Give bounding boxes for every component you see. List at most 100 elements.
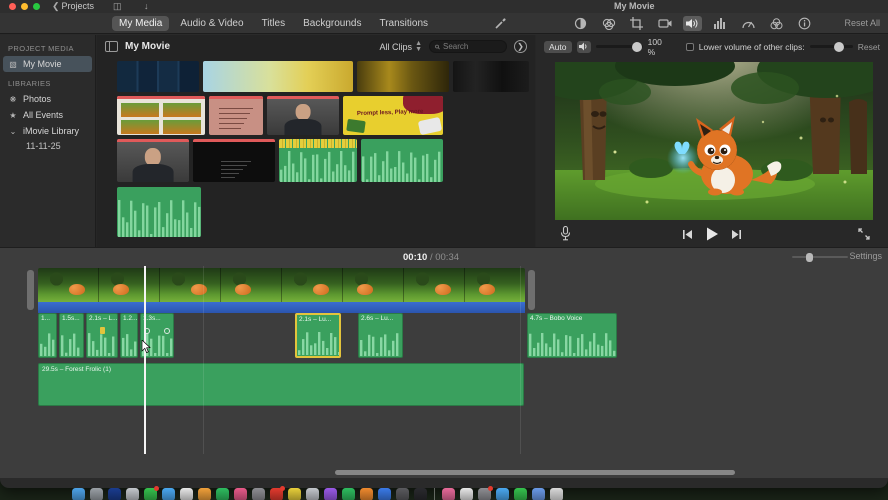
enhance-wand-icon[interactable]	[494, 17, 507, 30]
audio-clip-selected[interactable]: 2.1s – Lu...	[295, 313, 341, 358]
ducking-slider-knob[interactable]	[833, 41, 844, 52]
dock-app-icon[interactable]	[288, 488, 301, 500]
previous-frame-button[interactable]	[682, 229, 693, 240]
tab-titles[interactable]: Titles	[255, 16, 293, 31]
dock-app-icon[interactable]	[252, 488, 265, 500]
dock-app-icon[interactable]	[442, 488, 455, 500]
dock-app-icon[interactable]	[378, 488, 391, 500]
play-button[interactable]	[705, 227, 719, 241]
dock-app-icon[interactable]	[306, 488, 319, 500]
noise-reduction-icon[interactable]	[711, 16, 730, 31]
dock-app-icon[interactable]	[360, 488, 373, 500]
minimize-button[interactable]	[21, 3, 28, 10]
tab-audio-video[interactable]: Audio & Video	[173, 16, 250, 31]
dock-app-icon[interactable]	[144, 486, 159, 500]
auto-volume-button[interactable]: Auto	[544, 40, 572, 53]
sidebar-item-all-events[interactable]: ★ All Events	[0, 107, 95, 123]
timeline-zoom-slider[interactable]	[792, 253, 848, 262]
speed-icon[interactable]	[739, 16, 758, 31]
dock-app-icon[interactable]	[396, 488, 409, 500]
tab-transitions[interactable]: Transitions	[372, 16, 435, 31]
media-thumbnail-cam[interactable]	[117, 139, 189, 182]
zoom-button[interactable]	[33, 3, 40, 10]
audio-clip[interactable]: 1.5s...	[59, 313, 84, 358]
dock-app-icon[interactable]	[532, 488, 545, 500]
color-correction-icon[interactable]	[571, 16, 590, 31]
dock-app-icon[interactable]	[324, 488, 337, 500]
voiceover-mic-icon[interactable]	[560, 226, 571, 241]
video-clip-filmstrip[interactable]	[38, 268, 525, 302]
volume-slider[interactable]	[595, 41, 643, 52]
trim-handle-left[interactable]	[27, 270, 34, 310]
timeline-settings-button[interactable]: Settings	[849, 251, 882, 261]
dock-app-icon[interactable]	[180, 488, 193, 500]
dock-app-icon[interactable]	[72, 488, 85, 500]
volume-icon[interactable]	[683, 16, 702, 31]
tab-my-media[interactable]: My Media	[112, 16, 170, 31]
media-thumbnail-notes[interactable]	[209, 96, 263, 135]
dock-app-icon[interactable]	[108, 488, 121, 500]
reset-all-button[interactable]: Reset All	[844, 18, 880, 28]
tab-backgrounds[interactable]: Backgrounds	[296, 16, 368, 31]
search-field[interactable]	[429, 40, 507, 53]
sidebar-item-date[interactable]: 11-11-25	[0, 139, 95, 153]
dock-app-icon[interactable]	[414, 488, 427, 500]
clip-filter-dropdown[interactable]: All Clips ▲ ▼	[380, 40, 422, 53]
media-thumbnail-grad[interactable]	[203, 61, 353, 92]
dock-app-icon[interactable]	[90, 488, 103, 500]
playhead[interactable]	[144, 266, 146, 454]
stabilization-icon[interactable]	[655, 16, 674, 31]
info-icon[interactable]	[795, 16, 814, 31]
crop-icon[interactable]	[627, 16, 646, 31]
next-frame-button[interactable]	[731, 229, 742, 240]
dock-app-icon[interactable]	[460, 488, 473, 500]
mute-button[interactable]	[576, 40, 591, 53]
clip-filter-icon[interactable]	[767, 16, 786, 31]
timeline-zoom-knob[interactable]	[806, 253, 813, 262]
media-thumbnail-gold[interactable]	[357, 61, 449, 92]
dock-app-icon[interactable]	[216, 488, 229, 500]
projects-back-button[interactable]: ❮ Projects	[52, 1, 94, 12]
media-organizer-icon[interactable]: ◫	[113, 1, 122, 12]
sidebar-item-photos[interactable]: ❋ Photos	[0, 91, 95, 107]
dock-app-icon[interactable]	[234, 488, 247, 500]
dock-app-icon[interactable]	[496, 488, 509, 500]
background-music-clip[interactable]: 29.5s – Forest Frolic (1)	[38, 363, 524, 406]
ducking-slider[interactable]	[809, 41, 853, 52]
media-thumbnail-audio[interactable]	[361, 139, 443, 182]
volume-slider-knob[interactable]	[631, 41, 642, 52]
dock-app-icon[interactable]	[342, 488, 355, 500]
media-thumbnail-term[interactable]	[193, 139, 275, 182]
dock-app-icon[interactable]	[126, 488, 139, 500]
clip-appearance-button[interactable]: ❯	[514, 40, 527, 53]
dock-app-icon[interactable]	[514, 488, 527, 500]
dock-app-icon[interactable]	[478, 486, 493, 500]
audio-clip[interactable]: 2.6s – Lu...	[358, 313, 403, 358]
sidebar-item-my-movie[interactable]: ▧ My Movie	[3, 56, 92, 72]
lower-volume-checkbox[interactable]	[686, 42, 694, 51]
video-clip-audio-strip[interactable]	[38, 302, 525, 313]
media-thumbnail-navy[interactable]	[117, 61, 199, 92]
media-thumbnail-foxgrid[interactable]	[117, 96, 205, 135]
trim-handle-right[interactable]	[528, 270, 535, 310]
audio-clip[interactable]: 1...	[38, 313, 57, 358]
sidebar-toggle-icon[interactable]	[105, 41, 118, 52]
media-thumbnail-cam[interactable]	[267, 96, 339, 135]
import-media-icon[interactable]: ↓	[144, 1, 149, 11]
keyframe-marker[interactable]	[100, 327, 105, 334]
reset-button[interactable]: Reset	[858, 42, 880, 52]
dock-app-icon[interactable]	[198, 488, 211, 500]
media-thumbnail-dark[interactable]	[453, 61, 529, 92]
audio-clip[interactable]: 1.2...	[120, 313, 138, 358]
media-thumbnail-promo[interactable]: Prompt less, Play more	[343, 96, 443, 135]
audio-clip[interactable]: 4.7s – Bobo Voice	[527, 313, 617, 358]
color-balance-icon[interactable]	[599, 16, 618, 31]
fullscreen-icon[interactable]	[858, 228, 870, 240]
media-thumbnail-audio[interactable]	[117, 187, 201, 237]
trash-icon[interactable]	[550, 488, 563, 500]
dock-app-icon[interactable]	[270, 486, 285, 500]
dock-app-icon[interactable]	[162, 488, 175, 500]
search-input[interactable]	[443, 42, 501, 51]
close-button[interactable]	[9, 3, 16, 10]
media-thumbnail-audio-y[interactable]	[279, 139, 357, 182]
